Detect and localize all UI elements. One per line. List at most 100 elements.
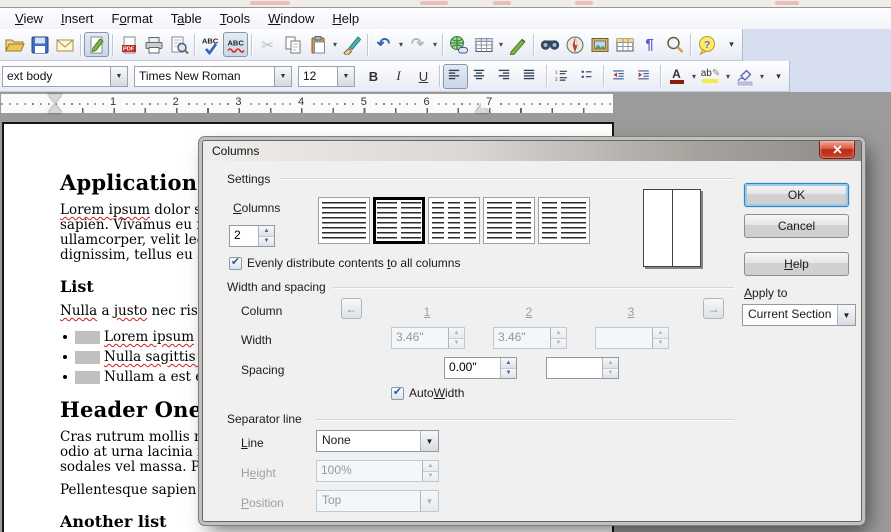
bullet-list-button[interactable] bbox=[575, 64, 600, 89]
hyperlink-button[interactable] bbox=[446, 32, 471, 57]
font-color-button[interactable]: A bbox=[664, 64, 689, 89]
menu-window[interactable]: Window bbox=[259, 9, 323, 28]
copy-button[interactable] bbox=[280, 32, 305, 57]
menu-format[interactable]: Format bbox=[102, 9, 161, 28]
font-size-combo[interactable]: 12 ▼ bbox=[298, 66, 355, 87]
chevron-down-icon[interactable]: ▾ bbox=[497, 40, 505, 49]
align-center-button[interactable] bbox=[468, 64, 493, 89]
cancel-button[interactable]: Cancel bbox=[744, 214, 849, 238]
page-preview-button[interactable] bbox=[166, 32, 191, 57]
underline-button[interactable]: U bbox=[411, 64, 436, 89]
chevron-down-icon[interactable]: ▼ bbox=[837, 305, 855, 325]
draw-functions-button[interactable] bbox=[505, 32, 530, 57]
overflow-button[interactable]: ▾ bbox=[719, 32, 744, 57]
menu-table[interactable]: Table bbox=[162, 9, 211, 28]
chevron-down-icon[interactable]: ▼ bbox=[420, 431, 438, 451]
help-button[interactable]: Help bbox=[744, 252, 849, 276]
background-color-button[interactable] bbox=[732, 64, 757, 89]
chevron-down-icon[interactable]: ▾ bbox=[690, 72, 698, 81]
justify-icon bbox=[523, 68, 539, 84]
spin-down-icon[interactable]: ▼ bbox=[259, 236, 274, 247]
find-replace-button[interactable] bbox=[537, 32, 562, 57]
increase-indent-button[interactable] bbox=[632, 64, 657, 89]
position-dropdown: Top ▼ bbox=[316, 490, 439, 512]
clone-formatting-button[interactable] bbox=[339, 32, 364, 57]
chevron-down-icon[interactable]: ▼ bbox=[274, 67, 291, 86]
preset-three-columns[interactable] bbox=[428, 197, 480, 244]
dialog-titlebar[interactable]: Columns bbox=[203, 141, 861, 161]
preset-two-columns-left[interactable] bbox=[483, 197, 535, 244]
spin-up-icon[interactable]: ▲ bbox=[501, 358, 516, 368]
columns-count-spinner[interactable]: 2 ▲▼ bbox=[229, 225, 275, 247]
bold-button[interactable]: B bbox=[361, 64, 386, 89]
preset-two-columns-right[interactable] bbox=[538, 197, 590, 244]
overflow-button[interactable]: ▾ bbox=[766, 64, 791, 89]
data-sources-button[interactable] bbox=[612, 32, 637, 57]
menu-help[interactable]: Help bbox=[323, 9, 368, 28]
ruler[interactable]: 1234567 bbox=[0, 93, 614, 114]
menu-insert[interactable]: Insert bbox=[52, 9, 103, 28]
align-left-button[interactable] bbox=[443, 64, 468, 89]
print-button[interactable] bbox=[141, 32, 166, 57]
save-button[interactable] bbox=[27, 32, 52, 57]
menu-view[interactable]: View bbox=[6, 9, 52, 28]
gallery-button[interactable] bbox=[587, 32, 612, 57]
previous-column-button[interactable]: ← bbox=[341, 298, 362, 319]
chevron-down-icon[interactable]: ▾ bbox=[331, 40, 339, 49]
export-pdf-button[interactable]: PDF bbox=[116, 32, 141, 57]
chevron-down-icon[interactable]: ▾ bbox=[724, 72, 732, 81]
title-smudge bbox=[493, 1, 511, 5]
edit-file-button[interactable] bbox=[84, 32, 109, 57]
spacing-field-1[interactable]: 0.00" ▲▼ bbox=[444, 357, 517, 379]
open-button[interactable] bbox=[2, 32, 27, 57]
zoom-button[interactable] bbox=[662, 32, 687, 57]
ok-button[interactable]: OK bbox=[744, 183, 849, 207]
highlight-button[interactable]: ab✎ bbox=[698, 64, 723, 89]
spin-down-icon[interactable]: ▼ bbox=[501, 368, 516, 379]
chevron-down-icon[interactable]: ▾ bbox=[431, 40, 439, 49]
auto-spellcheck-button[interactable]: ABC bbox=[223, 32, 248, 57]
chevron-down-icon[interactable]: ▼ bbox=[337, 67, 354, 86]
arrow-right-icon: → bbox=[708, 302, 720, 316]
spelling-button[interactable]: ABC bbox=[198, 32, 223, 57]
title-smudge bbox=[250, 1, 290, 5]
svg-text:ABC: ABC bbox=[227, 38, 244, 47]
column-row-label: Column bbox=[241, 304, 282, 318]
indent-marker[interactable] bbox=[48, 94, 62, 113]
numbered-list-button[interactable]: 12 bbox=[550, 64, 575, 89]
spin-up-icon[interactable]: ▲ bbox=[259, 226, 274, 236]
menu-bar: ViewInsertFormatTableToolsWindowHelp bbox=[0, 7, 891, 29]
toolbar-separator bbox=[194, 34, 195, 56]
preset-two-columns[interactable] bbox=[373, 197, 425, 244]
align-right-button[interactable] bbox=[493, 64, 518, 89]
ruler-number: 5 bbox=[356, 96, 372, 108]
formatting-marks-button[interactable]: ¶ bbox=[637, 32, 662, 57]
close-button[interactable] bbox=[819, 141, 855, 159]
preset-one-column[interactable] bbox=[318, 197, 370, 244]
navigator-button[interactable] bbox=[562, 32, 587, 57]
paragraph-style-combo[interactable]: ext body ▼ bbox=[2, 66, 128, 87]
autowidth-checkbox[interactable]: ✔ AutoWidth bbox=[391, 387, 464, 400]
next-column-button[interactable]: → bbox=[703, 298, 724, 319]
italic-icon: I bbox=[396, 68, 400, 84]
menu-tools[interactable]: Tools bbox=[211, 9, 259, 28]
column-presets bbox=[318, 197, 590, 244]
evenly-distribute-checkbox[interactable]: ✔ Evenly distribute contents to all colu… bbox=[229, 257, 460, 270]
field-shading bbox=[75, 371, 100, 384]
paste-button[interactable] bbox=[305, 32, 330, 57]
italic-button[interactable]: I bbox=[386, 64, 411, 89]
apply-to-dropdown[interactable]: Current Section ▼ bbox=[742, 304, 856, 326]
undo-button[interactable]: ↶ bbox=[371, 32, 396, 57]
table-button[interactable] bbox=[471, 32, 496, 57]
chevron-down-icon[interactable]: ▾ bbox=[397, 40, 405, 49]
line-style-dropdown[interactable]: None ▼ bbox=[316, 430, 439, 452]
chevron-down-icon[interactable]: ▼ bbox=[110, 67, 127, 86]
chevron-down-icon[interactable]: ▾ bbox=[758, 72, 766, 81]
email-button[interactable] bbox=[52, 32, 77, 57]
decrease-indent-button[interactable] bbox=[607, 64, 632, 89]
justify-button[interactable] bbox=[518, 64, 543, 89]
font-name-combo[interactable]: Times New Roman ▼ bbox=[134, 66, 292, 87]
bold-icon: B bbox=[369, 69, 378, 84]
help-button[interactable]: ? bbox=[694, 32, 719, 57]
bullet-icon bbox=[63, 375, 67, 379]
